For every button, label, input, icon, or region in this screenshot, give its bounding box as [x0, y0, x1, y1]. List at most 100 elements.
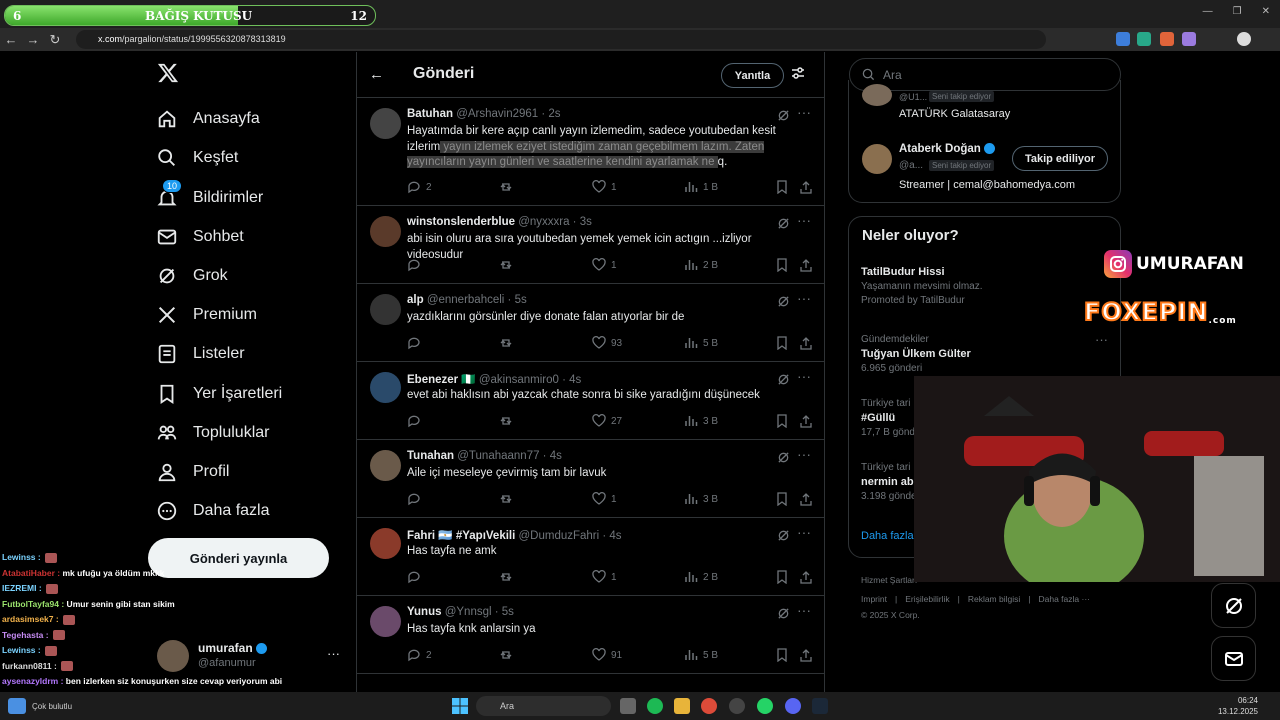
- extension-icon[interactable]: [1182, 32, 1196, 46]
- minimize-icon[interactable]: —: [1203, 6, 1213, 17]
- reply-button[interactable]: [407, 414, 421, 428]
- browser-profile-icon[interactable]: [1237, 32, 1251, 46]
- bookmark-button[interactable]: [775, 336, 789, 350]
- nav-item-bookmark[interactable]: Yer İşaretleri: [156, 379, 282, 409]
- taskbar-search[interactable]: Ara: [476, 696, 611, 716]
- share-button[interactable]: [799, 180, 813, 194]
- reply-button[interactable]: 2: [407, 648, 432, 662]
- like-button[interactable]: 1: [592, 180, 617, 194]
- reply-button[interactable]: [407, 570, 421, 584]
- tweet-handle[interactable]: @Tunahaann77 · 4s: [454, 450, 562, 462]
- close-window-icon[interactable]: ✕: [1262, 6, 1270, 17]
- tweet-author[interactable]: Ebenezer: [407, 374, 458, 386]
- footer-link[interactable]: Reklam bilgisi: [968, 594, 1020, 604]
- grok-icon[interactable]: [777, 607, 790, 620]
- like-button[interactable]: 27: [592, 414, 622, 428]
- grok-icon[interactable]: [777, 373, 790, 386]
- footer-terms-link[interactable]: Hizmet Şartları: [861, 575, 917, 585]
- chrome-icon[interactable]: [701, 698, 717, 714]
- bookmark-button[interactable]: [775, 492, 789, 506]
- avatar[interactable]: [370, 108, 401, 139]
- views-button[interactable]: 3 B: [684, 492, 718, 506]
- windows-start-icon[interactable]: [452, 698, 468, 714]
- tweet[interactable]: alp @ennerbahceli · 5s yazdıklarını görsü…: [357, 284, 824, 362]
- following-button[interactable]: Takip ediliyor: [1012, 146, 1108, 171]
- tweet-author[interactable]: Tunahan: [407, 450, 454, 462]
- share-button[interactable]: [799, 492, 813, 506]
- tweet[interactable]: Fahri 🇦🇷 #YapıVekili @DumduzFahri · 4s Ha…: [357, 518, 824, 596]
- like-button[interactable]: 1: [592, 492, 617, 506]
- reload-icon[interactable]: ↻: [44, 29, 66, 51]
- tweet-author[interactable]: Batuhan: [407, 108, 453, 120]
- nav-item-mail[interactable]: Sohbet: [156, 222, 244, 252]
- bookmark-button[interactable]: [775, 570, 789, 584]
- bookmark-button[interactable]: [775, 180, 789, 194]
- trend-more-icon[interactable]: ···: [1095, 332, 1108, 347]
- nav-item-search[interactable]: Keşfet: [156, 143, 238, 173]
- app-icon[interactable]: [729, 698, 745, 714]
- nav-item-home[interactable]: Anasayfa: [156, 104, 260, 134]
- bookmark-button[interactable]: [775, 414, 789, 428]
- repost-button[interactable]: [499, 180, 513, 194]
- tweet-handle[interactable]: @Ynnsgl · 5s: [442, 606, 514, 618]
- more-icon[interactable]: ···: [797, 212, 811, 228]
- more-icon[interactable]: ···: [797, 290, 811, 306]
- spotify-icon[interactable]: [647, 698, 663, 714]
- back-nav-icon[interactable]: ←: [0, 29, 22, 51]
- reply-button[interactable]: [407, 492, 421, 506]
- task-view-icon[interactable]: [620, 698, 636, 714]
- views-button[interactable]: 2 B: [684, 570, 718, 584]
- footer-link[interactable]: Imprint: [861, 594, 887, 604]
- avatar[interactable]: [370, 294, 401, 325]
- grok-icon[interactable]: [777, 217, 790, 230]
- more-icon[interactable]: ···: [797, 368, 811, 384]
- repost-button[interactable]: [499, 258, 513, 272]
- bookmark-button[interactable]: [775, 648, 789, 662]
- footer-link[interactable]: Daha fazla ···: [1038, 594, 1090, 604]
- trend-item[interactable]: Gündemdekiler Tuğyan Ülkem Gülter 6.965 gö…: [861, 332, 1111, 374]
- like-button[interactable]: 1: [592, 570, 617, 584]
- reply-button[interactable]: [407, 258, 421, 272]
- tweet[interactable]: Ebenezer 🇳🇬 @akinsanmiro0 · 4s evet abi h…: [357, 362, 824, 440]
- nav-item-list[interactable]: Listeler: [156, 339, 245, 369]
- avatar[interactable]: [370, 372, 401, 403]
- share-button[interactable]: [799, 570, 813, 584]
- filter-icon[interactable]: [791, 66, 805, 80]
- grok-fab[interactable]: [1211, 583, 1256, 628]
- reply-button[interactable]: 2: [407, 180, 432, 194]
- forward-nav-icon[interactable]: →: [22, 29, 44, 51]
- nav-item-communities[interactable]: Topluluklar: [156, 418, 269, 448]
- like-button[interactable]: 93: [592, 336, 622, 350]
- nav-item-more-circle[interactable]: Daha fazla: [156, 496, 270, 526]
- grok-icon[interactable]: [777, 295, 790, 308]
- repost-button[interactable]: [499, 336, 513, 350]
- tweet-author[interactable]: winstonslenderblue: [407, 216, 515, 228]
- more-icon[interactable]: ···: [797, 524, 811, 540]
- url-field[interactable]: x.com/pargalion/status/19995563208783138…: [76, 30, 1046, 49]
- tweet[interactable]: Batuhan @Arshavin2961 · 2s Hayatımda bir …: [357, 98, 824, 206]
- share-button[interactable]: [799, 336, 813, 350]
- views-button[interactable]: 2 B: [684, 258, 718, 272]
- avatar[interactable]: [370, 216, 401, 247]
- nav-item-grok[interactable]: Grok: [156, 261, 228, 291]
- whatsapp-icon[interactable]: [757, 698, 773, 714]
- tweet-handle[interactable]: @akinsanmiro0 · 4s: [476, 374, 581, 386]
- avatar[interactable]: [370, 528, 401, 559]
- tweet-author[interactable]: Yunus: [407, 606, 442, 618]
- share-button[interactable]: [799, 258, 813, 272]
- discord-icon[interactable]: [785, 698, 801, 714]
- extension-icon[interactable]: [1116, 32, 1130, 46]
- steam-icon[interactable]: [812, 698, 828, 714]
- tweet-handle[interactable]: @DumduzFahri · 4s: [515, 530, 621, 542]
- maximize-icon[interactable]: ❐: [1233, 6, 1242, 17]
- nav-item-person[interactable]: Profil: [156, 457, 229, 487]
- views-button[interactable]: 5 B: [684, 336, 718, 350]
- repost-button[interactable]: [499, 414, 513, 428]
- repost-button[interactable]: [499, 492, 513, 506]
- like-button[interactable]: 91: [592, 648, 622, 662]
- extension-icon[interactable]: [1160, 32, 1174, 46]
- grok-icon[interactable]: [777, 451, 790, 464]
- views-button[interactable]: 3 B: [684, 414, 718, 428]
- account-more-icon[interactable]: ···: [327, 646, 340, 661]
- share-button[interactable]: [799, 648, 813, 662]
